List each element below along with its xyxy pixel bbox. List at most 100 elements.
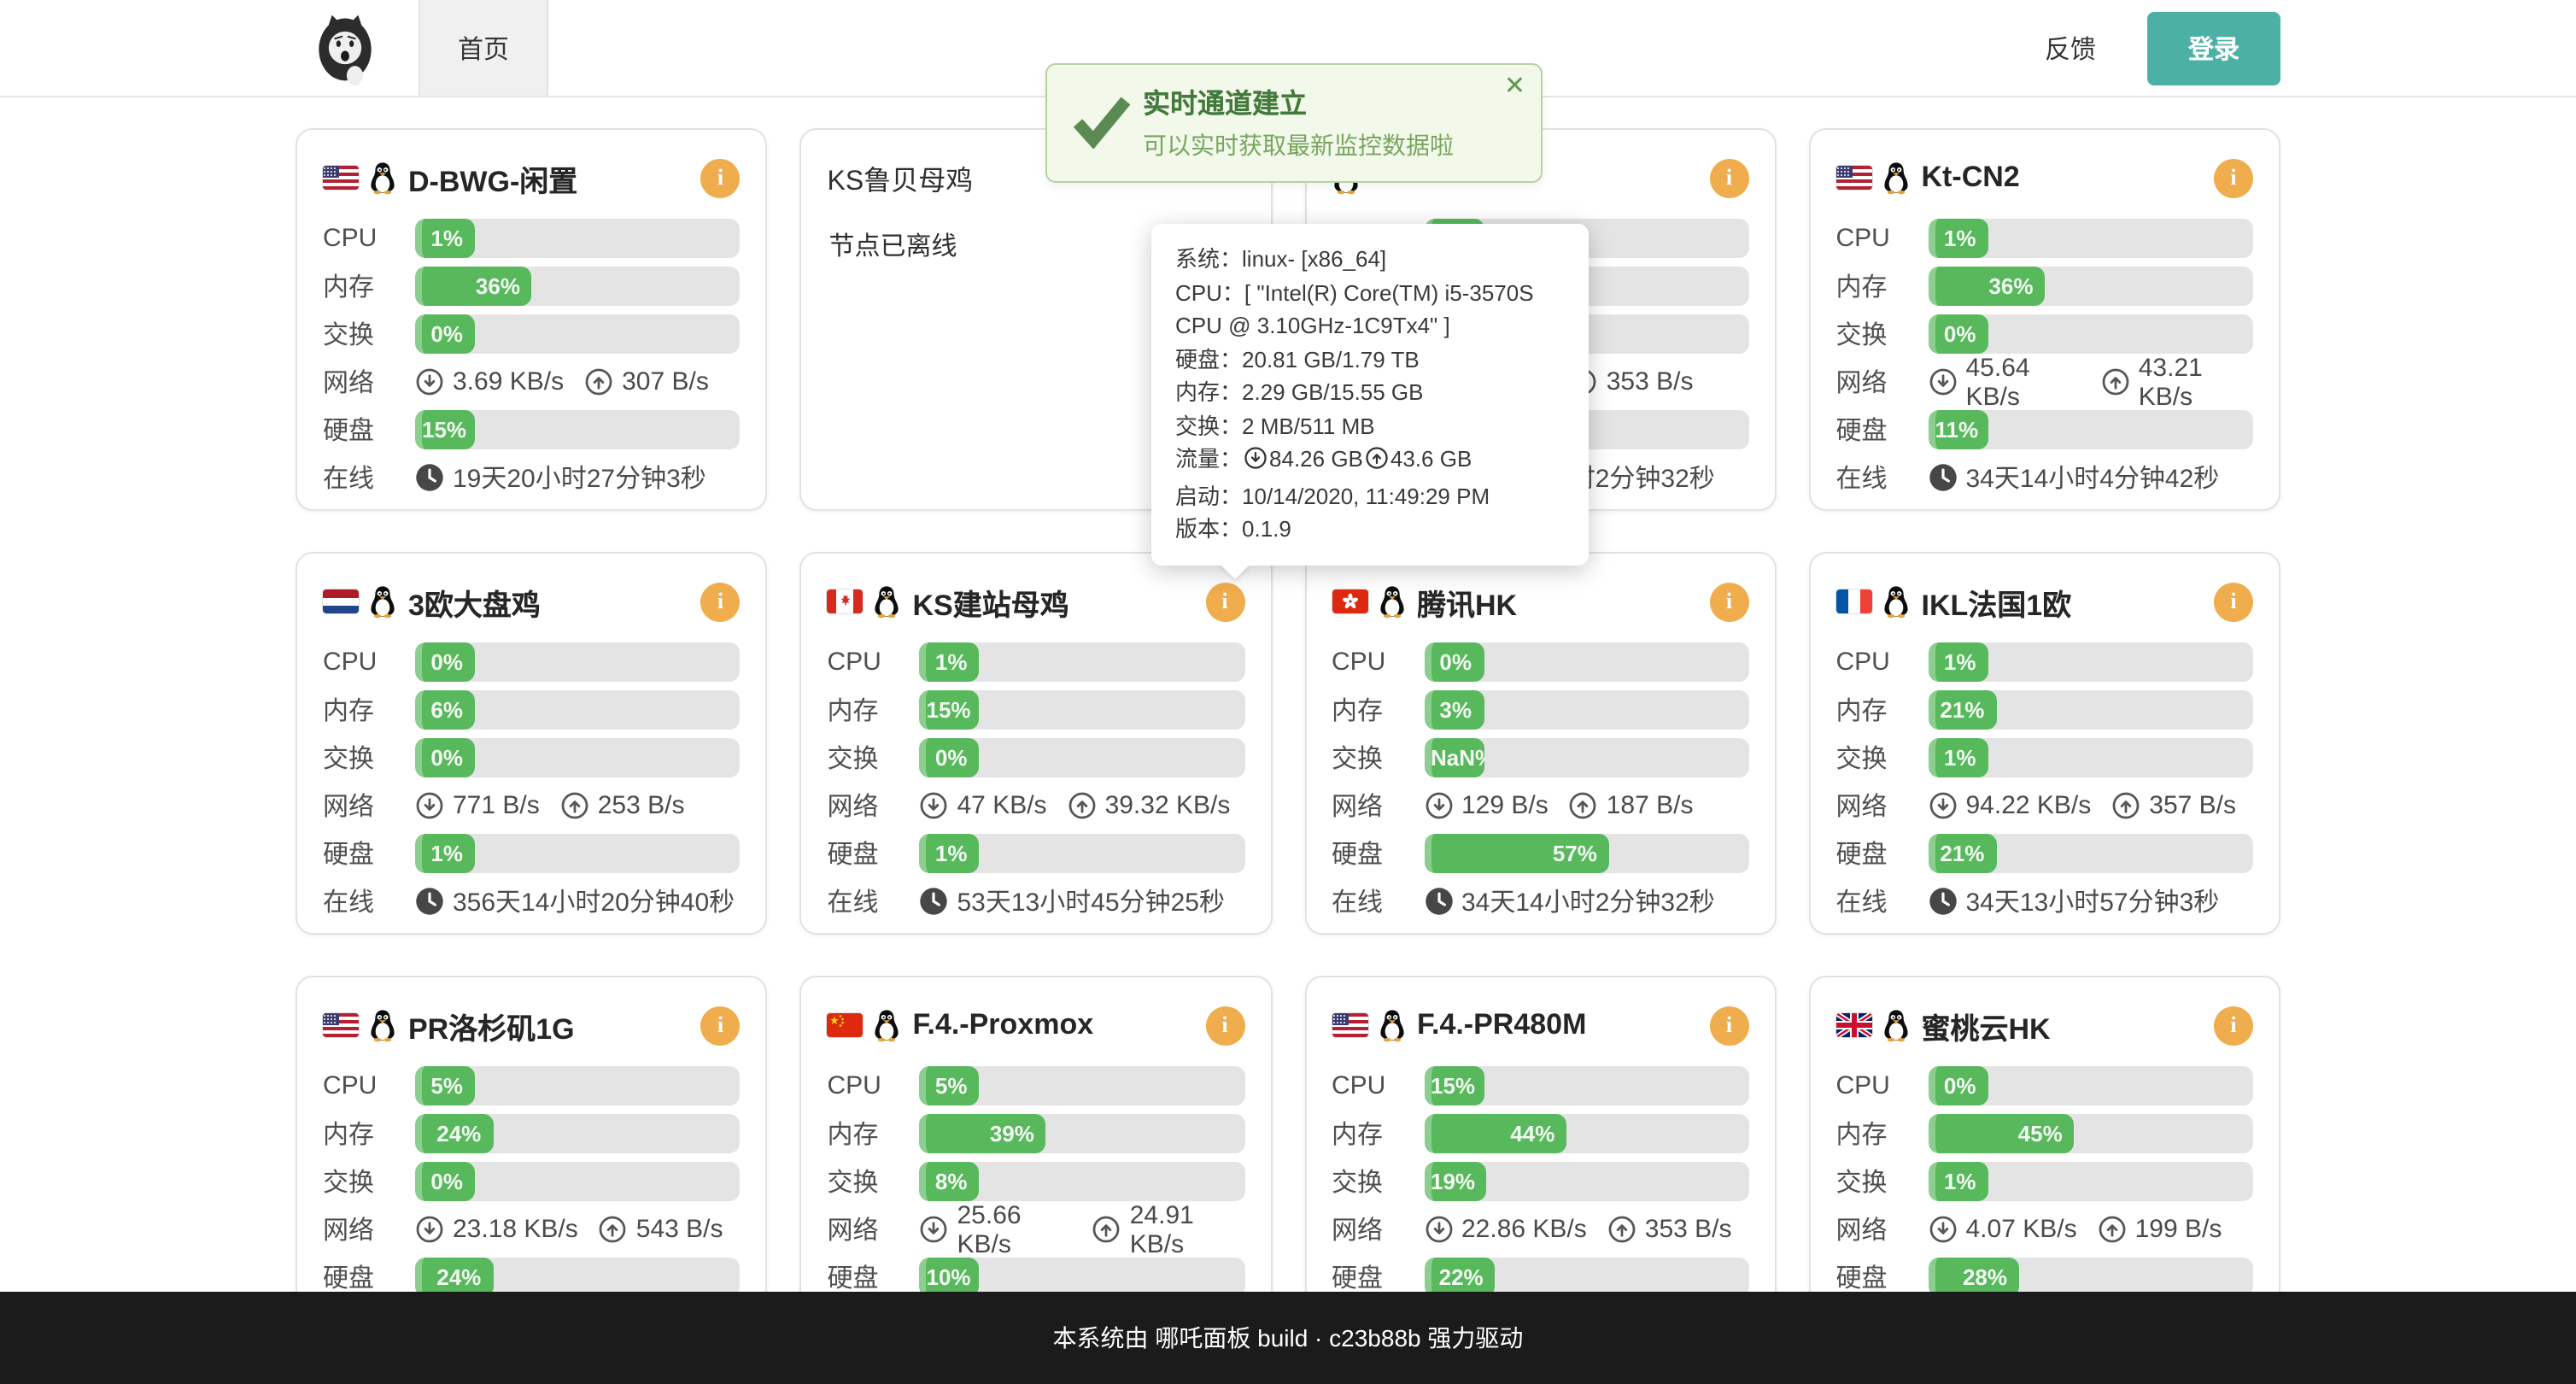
info-icon[interactable]: i [701,158,741,197]
uptime-row: 在线 19天20小时27分钟3秒 [323,458,741,497]
swap-label: 交换 [323,740,415,776]
linux-tux-icon [369,1008,396,1042]
cpu-bar: 5% [920,1066,1245,1105]
swap-bar: 0% [415,314,741,354]
cpu-label: CPU [1836,1071,1929,1100]
cpu-bar: 1% [1929,219,2254,258]
info-icon[interactable]: i [1710,1006,1749,1045]
cpu-bar: 1% [920,642,1245,682]
nav-tab-home[interactable]: 首页 [419,0,548,96]
upload-circle-icon [1068,791,1097,820]
download-circle-icon [920,1215,949,1244]
info-icon[interactable]: i [701,1006,741,1045]
site-logo[interactable] [306,9,384,87]
network-row: 网络 94.22 KB/s 357 B/s [1836,786,2254,825]
download-circle-icon [1929,367,1958,396]
network-row: 网络 23.18 KB/s 543 B/s [323,1210,741,1249]
server-card: 腾讯HK i CPU 0% 内存 3% 交换 NaN% 网络 129 B/s [1304,552,1777,935]
cpu-row: CPU 0% [1332,642,1749,682]
cpu-bar: 1% [1929,642,2254,682]
tooltip-row-swap: 交换：2 MB/511 MB [1175,409,1565,443]
upload-circle-icon [1092,1215,1121,1244]
info-icon[interactable]: i [2214,582,2253,621]
uptime-label: 在线 [323,883,415,919]
network-label: 网络 [1836,1211,1929,1247]
info-icon[interactable]: i [1205,582,1244,621]
swap-bar: 0% [1929,314,2254,354]
uptime-row: 在线 34天14小时2分钟32秒 [1332,882,1749,921]
swap-row: 交换 0% [323,738,741,777]
download-speed: 94.22 KB/s [1966,791,2092,820]
nezha-panel-link[interactable]: 哪吒面板 [1155,1324,1250,1352]
success-toast: 实时通道建立 可以实时获取最新监控数据啦 ✕ [1045,63,1543,183]
memory-label: 内存 [323,1116,415,1152]
cpu-label: CPU [1836,648,1929,677]
info-icon[interactable]: i [1710,582,1749,621]
memory-bar: 6% [415,690,741,730]
network-row: 网络 771 B/s 253 B/s [323,786,741,825]
cpu-bar: 0% [1929,1066,2254,1105]
download-circle-icon [415,791,444,820]
memory-label: 内存 [1332,692,1424,728]
country-flag-icon [828,1013,864,1037]
uptime-value: 34天14小时4分钟42秒 [1966,460,2220,496]
feedback-link[interactable]: 反馈 [2045,30,2096,66]
info-icon[interactable]: i [2214,1006,2253,1045]
disk-bar: 57% [1424,834,1749,873]
disk-row: 硬盘 1% [828,834,1245,873]
login-button[interactable]: 登录 [2147,11,2280,85]
info-icon[interactable]: i [701,582,741,621]
country-flag-icon [323,1013,359,1037]
linux-tux-icon [369,161,396,195]
network-row: 网络 129 B/s 187 B/s [1332,786,1749,825]
footer-text: 本系统由 哪吒面板 build · c23b88b 强力驱动 [1053,1321,1524,1355]
uptime-value: 34天14小时2分钟32秒 [1461,883,1715,919]
toast-close-icon[interactable]: ✕ [1504,73,1525,99]
cpu-row: CPU 0% [323,642,741,682]
swap-row: 交换 0% [828,738,1245,777]
country-flag-icon [1332,589,1367,613]
cpu-row: CPU 1% [1836,642,2254,682]
network-row: 网络 22.86 KB/s 353 B/s [1332,1210,1749,1249]
disk-label: 硬盘 [323,412,415,448]
swap-bar: 0% [415,738,741,777]
server-card: KS建站母鸡 i CPU 1% 内存 15% 交换 0% 网络 47 KB/s [800,552,1273,935]
clock-icon [1424,887,1453,916]
upload-speed: 353 B/s [1607,367,1694,396]
server-name: 腾讯HK [1417,580,1710,623]
swap-bar: NaN% [1424,738,1749,777]
server-name: 蜜桃云HK [1922,1004,2215,1047]
network-label: 网络 [323,364,415,400]
tooltip-row-disk: 硬盘：20.81 GB/1.79 TB [1175,343,1565,376]
memory-label: 内存 [1836,1116,1929,1152]
disk-label: 硬盘 [1836,836,1929,871]
network-label: 网络 [1836,364,1929,400]
upload-speed: 357 B/s [2149,791,2236,820]
swap-row: 交换 1% [1836,738,2254,777]
cpu-row: CPU 1% [323,219,741,258]
memory-row: 内存 21% [1836,690,2254,730]
download-speed: 3.69 KB/s [453,367,564,396]
memory-bar: 45% [1929,1114,2254,1153]
download-speed: 45.64 KB/s [1966,353,2081,411]
country-flag-icon [828,589,864,613]
disk-label: 硬盘 [828,1259,920,1295]
memory-bar: 36% [415,267,741,306]
uptime-label: 在线 [1836,883,1929,919]
uptime-value: 53天13小时45分钟25秒 [957,883,1226,919]
server-card: 3欧大盘鸡 i CPU 0% 内存 6% 交换 0% 网络 771 B/s [296,552,768,935]
info-icon[interactable]: i [2214,158,2253,197]
uptime-value: 356天14小时20分钟40秒 [453,883,735,919]
memory-row: 内存 3% [1332,690,1749,730]
download-circle-icon [1424,1215,1453,1244]
clock-icon [1929,463,1958,492]
cpu-label: CPU [323,224,415,253]
download-speed: 47 KB/s [957,791,1047,820]
swap-bar: 1% [1929,738,2254,777]
cpu-row: CPU 0% [1836,1066,2254,1105]
disk-row: 硬盘 1% [323,834,741,873]
info-icon[interactable]: i [1205,1006,1244,1045]
info-icon[interactable]: i [1710,158,1749,197]
cpu-label: CPU [828,648,920,677]
memory-bar: 36% [1929,267,2254,306]
